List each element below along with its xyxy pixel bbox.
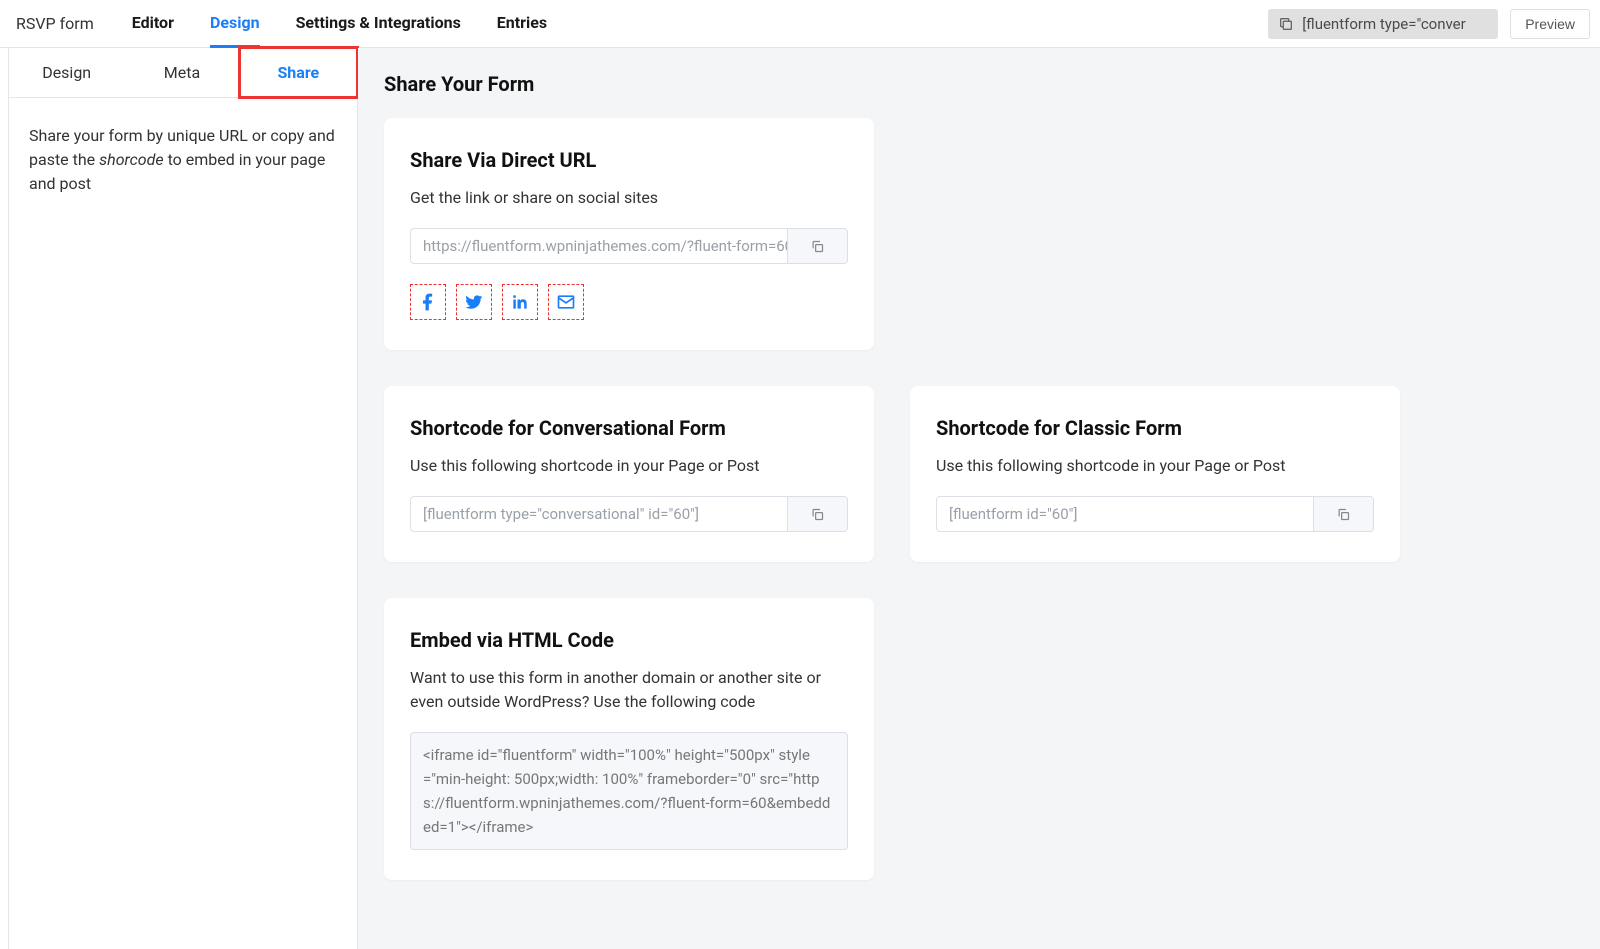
card-title-classic: Shortcode for Classic Form [936,416,1374,440]
social-row [410,284,848,320]
copy-field-direct-url: https://fluentform.wpninjathemes.com/?fl… [410,228,848,264]
share-email[interactable] [548,284,584,320]
card-desc-classic: Use this following shortcode in your Pag… [936,454,1374,478]
copy-stack-icon [1278,16,1294,32]
copy-icon [810,507,825,522]
classic-value[interactable]: [fluentform id="60"] [937,497,1313,531]
preview-button[interactable]: Preview [1510,9,1590,39]
copy-button-conversational[interactable] [787,497,847,531]
sidebar-tab-share[interactable]: Share [238,46,359,99]
form-name: RSVP form [10,14,100,33]
shortcode-row: Shortcode for Conversational Form Use th… [384,386,1574,598]
card-desc-direct-url: Get the link or share on social sites [410,186,848,210]
card-direct-url: Share Via Direct URL Get the link or sha… [384,118,874,350]
sidebar-help-italic: shorcode [99,150,163,169]
card-title-embed: Embed via HTML Code [410,628,848,652]
share-facebook[interactable] [410,284,446,320]
sidebar-tabs: Design Meta Share [9,48,357,98]
copy-button-classic[interactable] [1313,497,1373,531]
topbar-left: RSVP form Editor Design Settings & Integ… [10,0,547,48]
sidebar-tab-design[interactable]: Design [9,48,124,97]
card-classic: Shortcode for Classic Form Use this foll… [910,386,1400,562]
embed-code-box[interactable]: <iframe id="fluentform" width="100%" hei… [410,732,848,850]
sidebar: Design Meta Share Share your form by uni… [8,48,358,949]
content: Share Your Form Share Via Direct URL Get… [358,48,1600,949]
tab-editor[interactable]: Editor [132,0,174,48]
copy-field-classic: [fluentform id="60"] [936,496,1374,532]
card-conversational: Shortcode for Conversational Form Use th… [384,386,874,562]
copy-field-conversational: [fluentform type="conversational" id="60… [410,496,848,532]
sidebar-tab-meta[interactable]: Meta [124,48,239,97]
card-title-direct-url: Share Via Direct URL [410,148,848,172]
tab-entries[interactable]: Entries [497,0,547,48]
email-icon [556,292,576,312]
facebook-icon [418,292,438,312]
linkedin-icon [510,292,530,312]
sidebar-help-text: Share your form by unique URL or copy an… [9,98,357,222]
conversational-value[interactable]: [fluentform type="conversational" id="60… [411,497,787,531]
copy-icon [1336,507,1351,522]
card-desc-embed: Want to use this form in another domain … [410,666,848,714]
share-linkedin[interactable] [502,284,538,320]
share-twitter[interactable] [456,284,492,320]
topbar-right: [fluentform type="conver Preview [1268,9,1590,39]
layout: Design Meta Share Share your form by uni… [0,48,1600,949]
page-title: Share Your Form [384,72,1574,96]
card-embed: Embed via HTML Code Want to use this for… [384,598,874,880]
main-tabs: Editor Design Settings & Integrations En… [132,0,547,48]
tab-settings-integrations[interactable]: Settings & Integrations [296,0,461,48]
card-desc-conversational: Use this following shortcode in your Pag… [410,454,848,478]
shortcode-pill-text: [fluentform type="conver [1302,15,1466,33]
topbar: RSVP form Editor Design Settings & Integ… [0,0,1600,48]
twitter-icon [464,292,484,312]
shortcode-pill[interactable]: [fluentform type="conver [1268,9,1498,39]
tab-design[interactable]: Design [210,0,260,48]
copy-icon [810,239,825,254]
direct-url-value[interactable]: https://fluentform.wpninjathemes.com/?fl… [411,229,787,263]
copy-button-direct-url[interactable] [787,229,847,263]
card-title-conversational: Shortcode for Conversational Form [410,416,848,440]
